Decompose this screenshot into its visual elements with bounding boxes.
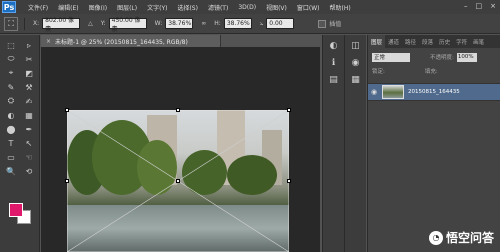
panel-tabs: 图层 通道 路径 段落 历史 字符 画笔 [368,35,500,48]
transform-center-handle[interactable] [176,179,180,183]
minimize-button[interactable]: – [464,2,468,10]
menu-filter[interactable]: 滤镜(T) [208,3,228,12]
divider [24,17,25,30]
options-bar: ⛶ X: 802.00 像素 △ Y: 450.00 像素 W: 38.76% … [0,14,500,34]
tab-character[interactable]: 字符 [453,38,470,46]
eyedropper-tool-icon[interactable]: ⌖ [3,67,19,79]
eraser-tool-icon[interactable]: ✍ [21,95,37,107]
zoom-tool-icon[interactable]: 🔍 [3,165,19,177]
menu-window[interactable]: 窗口(W) [297,3,320,12]
app-logo: Ps [2,1,16,13]
menu-image[interactable]: 图像(I) [89,3,107,12]
lock-row: 锁定: 填充: [368,65,500,77]
fill-label: 填充: [424,69,438,75]
transform-handle[interactable] [176,108,180,112]
w-label: W: [154,20,163,27]
stamp-tool-icon[interactable]: ⚒ [21,81,37,93]
close-button[interactable]: × [490,2,496,10]
interpolation-label: 插值 [329,21,342,28]
transform-handle[interactable] [65,179,69,183]
shape-tool-icon[interactable]: ▭ [3,151,19,163]
watermark-text: 悟空问答 [445,231,494,245]
menu-type[interactable]: 文字(Y) [147,3,167,12]
menu-help[interactable]: 帮助(H) [330,3,351,12]
tab-history[interactable]: 历史 [436,38,453,46]
opacity-label: 不透明度: [430,55,454,61]
path-select-icon[interactable]: ↖ [21,137,37,149]
panel-dock: ◐ ℹ ▤ [322,35,344,252]
opacity-input[interactable]: 100% [456,52,477,62]
panel-icon[interactable]: ◫ [349,40,363,52]
menu-bar: Ps 文件(F) 编辑(E) 图像(I) 图层(L) 文字(Y) 选择(S) 滤… [0,0,500,14]
menu-edit[interactable]: 编辑(E) [58,3,78,12]
styles-icon[interactable]: ▦ [349,74,363,86]
pen-tool-icon[interactable]: ✒ [21,123,37,135]
angle-input[interactable]: 0.00 [266,18,295,29]
y-label: Y: [100,20,106,27]
healing-tool-icon[interactable]: ◩ [21,67,37,79]
adjust-icon[interactable]: ◐ [327,40,341,52]
watermark: ◔ 悟空问答 [428,229,494,246]
tab-brush[interactable]: 画笔 [470,38,487,46]
maximize-button[interactable]: □ [476,2,483,10]
info-icon[interactable]: ℹ [327,57,341,69]
document-tab[interactable]: × 未标题-1 @ 25% (20150815_164435, RGB/8) [41,35,221,47]
menu-3d[interactable]: 3D(D) [238,4,256,11]
transform-handle[interactable] [287,108,291,112]
layer-thumbnail [382,85,404,99]
gradient-tool-icon[interactable]: ▦ [21,109,37,121]
interpolation-checkbox[interactable] [318,19,327,28]
crop-tool-icon[interactable]: ✂ [21,53,37,65]
close-icon[interactable]: × [46,38,51,45]
blend-mode-select[interactable]: 正常 [372,52,410,62]
history-brush-icon[interactable]: ⛭ [3,95,19,107]
window-controls: – □ × [464,2,496,10]
link-icon[interactable]: ∞ [201,20,206,27]
dodge-tool-icon[interactable]: ◐ [3,109,19,121]
tool-grid: ⬚ ▹ ⬭ ✂ ⌖ ◩ ✎ ⚒ ⛭ ✍ ◐ ▦ ⬤ ✒ T ↖ ▭ ☜ 🔍 ⟲ [0,35,39,181]
transform-handle[interactable] [287,179,291,183]
marquee-tool-icon[interactable]: ⬚ [3,39,19,51]
rotate-view-icon[interactable]: ⟲ [21,165,37,177]
move-tool-icon[interactable]: ▹ [21,39,37,51]
transform-tool-icon[interactable]: ⛶ [4,16,18,31]
x-input[interactable]: 802.00 像素 [42,17,81,33]
tab-paths[interactable]: 路径 [402,38,419,46]
tab-layers[interactable]: 图层 [368,35,386,48]
delta-icon[interactable]: △ [88,20,93,27]
canvas-area[interactable] [41,47,320,252]
menu-view[interactable]: 视图(V) [266,3,287,12]
tab-channels[interactable]: 通道 [385,38,402,46]
layer-name: 20150815_164435 [408,89,460,95]
menu-select[interactable]: 选择(S) [177,3,198,12]
visibility-eye-icon[interactable]: ◉ [368,88,380,96]
lasso-tool-icon[interactable]: ⬭ [3,53,19,65]
h-label: H: [214,20,221,27]
width-input[interactable]: 38.76% [165,18,194,29]
blur-tool-icon[interactable]: ⬤ [3,123,19,135]
watermark-logo: ◔ [428,230,443,245]
y-input[interactable]: 450.00 像素 [108,17,147,33]
layer-row[interactable]: ◉ 20150815_164435 [368,83,500,101]
x-label: X: [33,20,40,27]
type-tool-icon[interactable]: T [3,137,19,149]
swatch-icon[interactable]: ◉ [349,57,363,69]
height-input[interactable]: 38.76% [223,18,252,29]
lock-label: 锁定: [372,69,385,75]
foreground-color-swatch[interactable] [9,203,23,217]
brush-tool-icon[interactable]: ✎ [3,81,19,93]
tab-paragraph[interactable]: 段落 [419,38,436,46]
toolbox: ⬚ ▹ ⬭ ✂ ⌖ ◩ ✎ ⚒ ⛭ ✍ ◐ ▦ ⬤ ✒ T ↖ ▭ ☜ 🔍 ⟲ [0,35,40,252]
angle-icon: ⦣ [259,19,264,27]
menu-layer[interactable]: 图层(L) [117,3,137,12]
menu-file[interactable]: 文件(F) [28,3,48,12]
transform-handle[interactable] [65,108,69,112]
blend-row: 正常 不透明度: 100% [368,51,500,63]
panel-dock-2: ◫ ◉ ▦ [344,35,366,252]
hand-tool-icon[interactable]: ☜ [21,151,37,163]
properties-icon[interactable]: ▤ [327,74,341,86]
document-title: 未标题-1 @ 25% (20150815_164435, RGB/8) [55,38,188,46]
layers-panel: 图层 通道 路径 段落 历史 字符 画笔 正常 不透明度: 100% 锁定: 填… [367,35,500,252]
